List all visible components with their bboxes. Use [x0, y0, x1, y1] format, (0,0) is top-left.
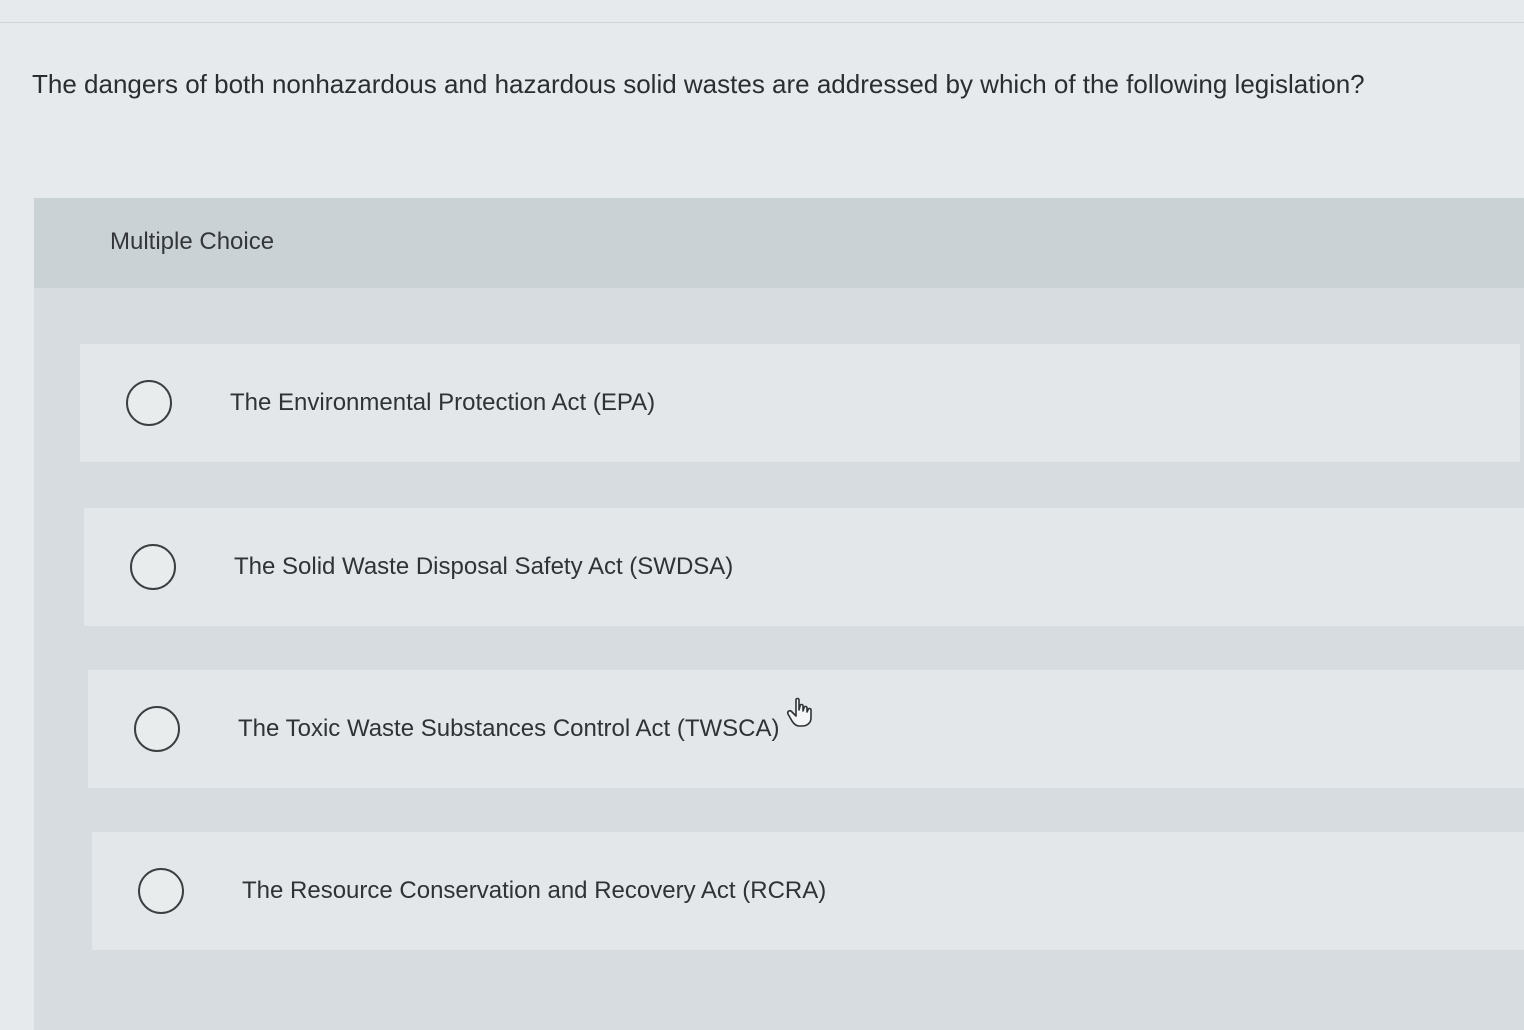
panel-header: Multiple Choice: [34, 198, 1524, 288]
top-divider: [0, 22, 1524, 23]
option-label: The Environmental Protection Act (EPA): [230, 389, 656, 416]
radio-unselected-icon[interactable]: [130, 544, 176, 590]
option-rcra[interactable]: The Resource Conservation and Recovery A…: [92, 832, 1524, 950]
option-swdsa[interactable]: The Solid Waste Disposal Safety Act (SWD…: [84, 508, 1524, 626]
option-label: The Resource Conservation and Recovery A…: [242, 877, 827, 904]
option-twsca[interactable]: The Toxic Waste Substances Control Act (…: [88, 670, 1524, 788]
radio-unselected-icon[interactable]: [134, 706, 180, 752]
option-label: The Toxic Waste Substances Control Act (…: [238, 715, 780, 742]
question-text: The dangers of both nonhazardous and haz…: [32, 69, 1365, 99]
hand-pointer-icon: [786, 697, 812, 727]
panel-title: Multiple Choice: [110, 228, 275, 255]
multiple-choice-panel: Multiple Choice The Environmental Protec…: [34, 198, 1524, 1030]
radio-unselected-icon[interactable]: [138, 868, 184, 914]
option-label: The Solid Waste Disposal Safety Act (SWD…: [234, 553, 734, 580]
radio-unselected-icon[interactable]: [126, 380, 172, 426]
option-epa[interactable]: The Environmental Protection Act (EPA): [80, 344, 1520, 462]
